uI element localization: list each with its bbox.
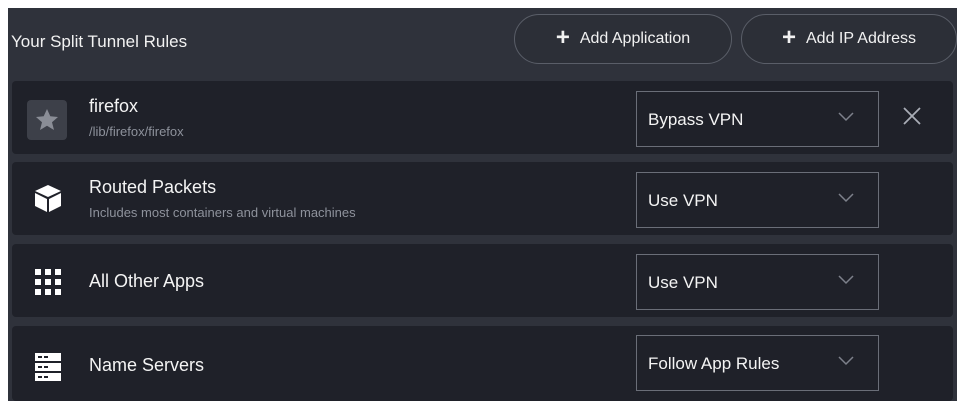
selected-mode: Use VPN [648,273,718,292]
chevron-down-icon [838,193,854,203]
rule-mode-select[interactable]: Use VPN [636,254,879,310]
chevron-down-icon [838,356,854,366]
rule-name: Name Servers [89,355,205,375]
app-grid-icon [34,268,62,296]
rule-description: Includes most containers and virtual mac… [89,205,356,220]
rule-mode-select[interactable]: Use VPN [636,172,879,228]
selected-mode: Bypass VPN [648,110,744,129]
add-application-button[interactable]: + Add Application [514,14,732,64]
rule-row-all-other-apps: All Other Apps Use VPN [12,244,953,317]
rule-row-firefox: firefox /lib/firefox/firefox Bypass VPN [12,81,953,154]
rule-mode-select[interactable]: Bypass VPN [636,91,879,147]
add-application-label: Add Application [579,30,691,47]
server-icon [32,351,64,383]
plus-icon: + [781,24,796,51]
remove-rule-close-icon[interactable] [900,104,924,128]
selected-mode: Use VPN [648,191,718,210]
chevron-down-icon [838,112,854,122]
rule-name: Routed Packets [89,177,217,197]
rule-path: /lib/firefox/firefox [89,124,184,139]
selected-mode: Follow App Rules [648,354,780,373]
panel-title: Your Split Tunnel Rules [11,32,188,51]
app-star-icon [27,100,67,140]
rule-mode-select[interactable]: Follow App Rules [636,335,879,391]
rule-name: firefox [89,96,139,116]
cube-icon [32,182,64,214]
header: Your Split Tunnel Rules + Add Applicatio… [8,8,957,80]
rule-row-routed-packets: Routed Packets Includes most containers … [12,162,953,235]
rule-name: All Other Apps [89,271,205,291]
chevron-down-icon [838,275,854,285]
plus-icon: + [555,24,570,51]
add-ip-address-button[interactable]: + Add IP Address [741,14,957,64]
add-ip-address-label: Add IP Address [806,30,916,47]
split-tunnel-panel: Your Split Tunnel Rules + Add Applicatio… [8,8,957,401]
rule-row-name-servers: Name Servers Follow App Rules [12,326,953,401]
